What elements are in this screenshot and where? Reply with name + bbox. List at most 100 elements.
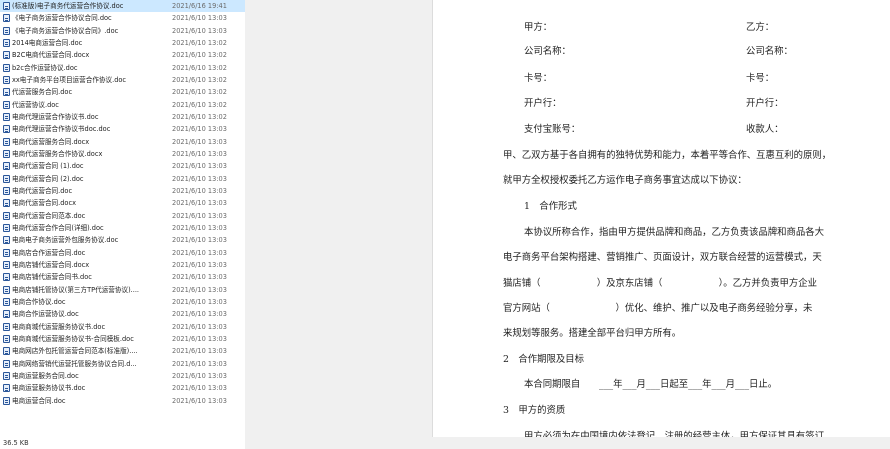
file-name: 电商代运营合同 (1).doc [12,162,84,171]
word-document-icon [3,2,10,10]
section-2-line-1: 本合同期限自 ___年___月___日起至___年___月___日止。 [524,379,778,390]
selected-file-size: 36.5 KB [3,439,29,447]
intro-line-2: 就甲方全权授权委托乙方运作电子商务事宜达成以下协议： [503,175,747,186]
file-date: 2021/6/10 13:02 [172,63,227,72]
file-name: 《电子商务运营合作协议合同》.doc [12,26,119,35]
word-document-icon [3,137,10,146]
file-row[interactable]: b2c合作运营协议.doc 2021/6/10 13:02 [0,62,245,74]
file-row[interactable]: xx电子商务平台项目运营合作协议.doc 2021/6/10 13:02 [0,74,245,86]
file-name: 电商店铺代运营合同.docx [12,260,90,269]
word-document-icon [3,88,10,97]
section-1-line-5: 来规划等服务。搭建全部平台归甲方所有。 [503,328,682,339]
file-date: 2021/6/10 13:02 [172,100,227,109]
file-name: 电商店铺代运营合同书.doc [12,273,92,282]
file-row[interactable]: 电商店铺托管协议(第三方TP代运营协议).... 2021/6/10 13:03 [0,284,245,296]
file-row[interactable]: (标准版)电子商务代运营合作协议.doc 2021/6/16 19:41 [0,0,245,13]
file-row[interactable]: 电商代运营合同.doc 2021/6/10 13:03 [0,185,245,197]
party-b-label: 乙方： [746,22,775,33]
file-row[interactable]: 电商合作协议.doc 2021/6/10 13:03 [0,296,245,308]
file-row[interactable]: 电商电子商务运营外包服务协议.doc 2021/6/10 13:03 [0,234,245,246]
file-row[interactable]: 电商代理运营合作协议书.doc 2021/6/10 13:02 [0,111,245,123]
file-row[interactable]: 2014电商运营合同.doc 2021/6/10 13:02 [0,37,245,49]
file-date: 2021/6/16 19:41 [172,2,227,10]
file-row[interactable]: 电商运营服务合同.doc 2021/6/10 13:03 [0,370,245,382]
file-date: 2021/6/10 13:03 [172,396,227,405]
word-document-icon [3,371,10,380]
section-3-line-1: 甲方必须为在中国境内依法登记、注册的经营主体，甲方保证其具有签订 [524,431,825,437]
status-bar: 36.5 KB [0,437,245,449]
file-date: 2021/6/10 13:03 [172,285,227,294]
word-document-icon [3,211,10,220]
card-b-label: 卡号： [746,73,775,84]
file-name: 电商商城代运营服务协议书.doc [12,322,106,331]
intro-line-1: 甲、乙双方基于各自拥有的独特优势和能力，本着平等合作、互惠互利的原则， [503,150,832,161]
file-name: 电商网店外包托管运营合同范本(标准版).... [12,347,138,356]
file-date: 2021/6/10 13:03 [172,149,227,158]
word-document-icon [3,125,10,134]
file-row[interactable]: 代运营协议.doc 2021/6/10 13:02 [0,99,245,111]
document-preview-page: 甲方： 乙方： 公司名称： 公司名称： 卡号： 卡号： 开户行： 开户行： 支付… [433,0,890,437]
file-date: 2021/6/10 13:02 [172,38,227,47]
file-row[interactable]: 电商代运营服务合作协议.docx 2021/6/10 13:03 [0,148,245,160]
file-date: 2021/6/10 13:03 [172,199,227,208]
file-name: 电商运营合同.doc [12,396,66,405]
file-date: 2021/6/10 13:03 [172,359,227,368]
file-name: 电商商城代运营服务协议书-合同模板.doc [12,334,134,343]
file-row[interactable]: 《电子商务运营合作协议合同》.doc 2021/6/10 13:03 [0,25,245,37]
file-date: 2021/6/10 13:03 [172,14,227,23]
file-name: 电商代运营合同.doc [12,186,73,195]
file-name: b2c合作运营协议.doc [12,63,78,72]
file-row[interactable]: 电商代运营合作合同(详细).doc 2021/6/10 13:03 [0,222,245,234]
file-date: 2021/6/10 13:03 [172,322,227,331]
company-a-label: 公司名称： [524,46,571,57]
file-row[interactable]: 电商代运营服务合同.docx 2021/6/10 13:03 [0,136,245,148]
bank-b-label: 开户行： [746,98,784,109]
file-list-pane: (标准版)电子商务代运营合作协议.doc 2021/6/16 19:41 《电子商务… [0,0,246,437]
file-row[interactable]: 电商网店外包托管运营合同范本(标准版).... 2021/6/10 13:03 [0,345,245,357]
file-row[interactable]: 电商店铺代运营合同.docx 2021/6/10 13:03 [0,259,245,271]
file-row[interactable]: 电商代运营合同 (2).doc 2021/6/10 13:03 [0,173,245,185]
file-row[interactable]: 电商代运营合同范本.doc 2021/6/10 13:03 [0,210,245,222]
word-document-icon [3,174,10,183]
file-date: 2021/6/10 13:03 [172,174,227,183]
file-row[interactable]: 电商网络营销代运营托管服务协议合同.d... 2021/6/10 13:03 [0,358,245,370]
file-row[interactable]: 《电子商务运营合作协议合同.doc 2021/6/10 13:03 [0,12,245,24]
file-row[interactable]: 电商商城代运营服务协议书-合同模板.doc 2021/6/10 13:03 [0,333,245,345]
word-document-icon [3,38,10,47]
file-row[interactable]: 电商代理运营合作协议书doc.doc 2021/6/10 13:03 [0,123,245,135]
file-name: 电商代运营合同 (2).doc [12,174,84,183]
file-name: 电商运营服务协议书.doc [12,384,86,393]
file-row[interactable]: 电商代运营合同 (1).doc 2021/6/10 13:03 [0,160,245,172]
file-date: 2021/6/10 13:03 [172,162,227,171]
file-name: 电商代运营合同.docx [12,199,76,208]
file-row[interactable]: 电商商城代运营服务协议书.doc 2021/6/10 13:03 [0,321,245,333]
file-date: 2021/6/10 13:02 [172,112,227,121]
file-name: 电商店铺托管协议(第三方TP代运营协议).... [12,285,140,294]
file-row[interactable]: 电商运营服务协议书.doc 2021/6/10 13:03 [0,382,245,394]
file-row[interactable]: 电商代运营合同.docx 2021/6/10 13:03 [0,197,245,209]
alipay-label: 支付宝账号： [524,124,581,135]
word-document-icon [3,14,10,23]
file-row[interactable]: 电商店合作运营合同.doc 2021/6/10 13:03 [0,247,245,259]
file-name: 电商代运营合同范本.doc [12,211,86,220]
word-document-icon [3,63,10,72]
preview-gutter [245,0,432,449]
file-name: 电商电子商务运营外包服务协议.doc [12,236,119,245]
section-1-line-1: 本协议所称合作，指由甲方提供品牌和商品，乙方负责该品牌和商品各大 [524,227,825,238]
file-name: 代运营协议.doc [12,100,59,109]
section-1-line-3: 猫店铺（ ）及京东店铺（ ）。乙方并负责甲方企业 [503,278,818,289]
file-row[interactable]: B2C电商代运营合同.docx 2021/6/10 13:02 [0,49,245,61]
word-document-icon [3,285,10,294]
file-row[interactable]: 代运营服务合同.doc 2021/6/10 13:02 [0,86,245,98]
word-document-icon [3,310,10,319]
file-date: 2021/6/10 13:03 [172,347,227,356]
file-row[interactable]: 电商店铺代运营合同书.doc 2021/6/10 13:03 [0,271,245,283]
file-date: 2021/6/10 13:02 [172,88,227,97]
word-document-icon [3,100,10,109]
party-a-label: 甲方： [524,22,553,33]
file-name: 《电子商务运营合作协议合同.doc [12,14,112,23]
file-date: 2021/6/10 13:03 [172,371,227,380]
file-row[interactable]: 电商运营合同.doc 2021/6/10 13:03 [0,395,245,407]
file-row[interactable]: 电商合作运营协议.doc 2021/6/10 13:03 [0,308,245,320]
file-date: 2021/6/10 13:03 [172,384,227,393]
